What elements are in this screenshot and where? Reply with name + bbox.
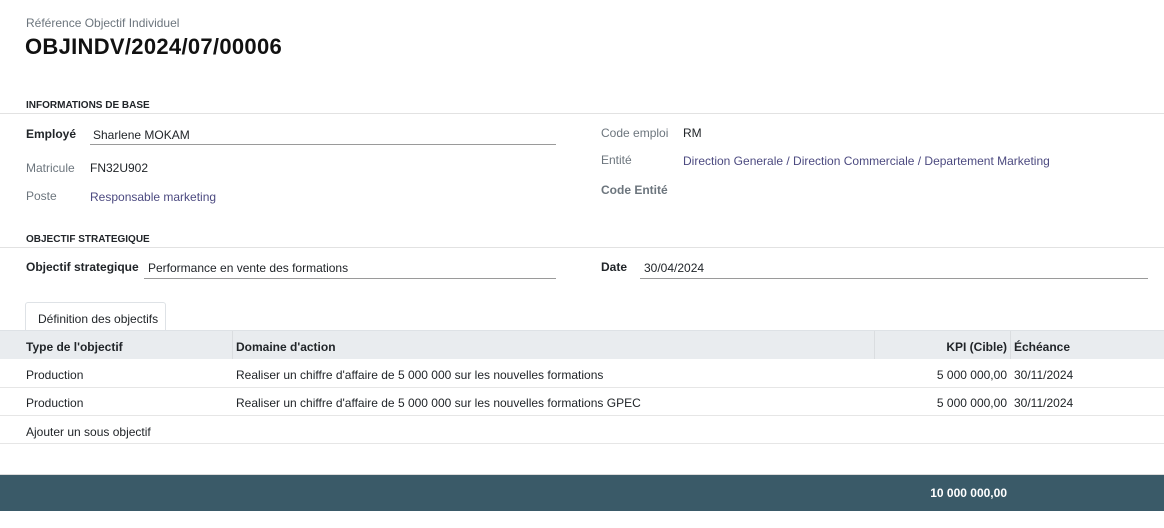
entite-link[interactable]: Direction Generale / Direction Commercia… [683, 154, 1050, 168]
column-separator[interactable] [874, 331, 875, 359]
employe-field[interactable]: Sharlene MOKAM [93, 128, 190, 142]
section-title-base-info: INFORMATIONS DE BASE [26, 100, 150, 111]
objectif-strategique-label: Objectif strategique [26, 260, 139, 274]
objectif-strategique-field[interactable]: Performance en vente des formations [148, 261, 348, 275]
section-divider [0, 113, 1164, 114]
table-footer-totals: 10 000 000,00 [0, 475, 1164, 511]
column-header-echeance[interactable]: Échéance [1014, 340, 1070, 354]
add-line-row: Ajouter un sous objectif [0, 416, 1164, 444]
reference-label: Référence Objectif Individuel [26, 16, 180, 30]
section-title-strategic: OBJECTIF STRATEGIQUE [26, 234, 150, 245]
poste-label: Poste [26, 189, 57, 203]
table-row[interactable]: Production Realiser un chiffre d'affaire… [0, 388, 1164, 416]
add-sub-objective-link[interactable]: Ajouter un sous objectif [26, 425, 151, 439]
employe-field-underline [90, 144, 556, 145]
poste-link[interactable]: Responsable marketing [90, 190, 216, 204]
column-header-type[interactable]: Type de l'objectif [26, 340, 123, 354]
column-header-domaine[interactable]: Domaine d'action [236, 340, 336, 354]
column-separator[interactable] [1010, 331, 1011, 359]
date-label: Date [601, 260, 628, 274]
cell-kpi: 5 000 000,00 [936, 368, 1007, 382]
table-row[interactable]: Production Realiser un chiffre d'affaire… [0, 360, 1164, 388]
empty-row [0, 444, 1164, 474]
cell-echeance: 30/11/2024 [1014, 396, 1074, 410]
date-field[interactable]: 30/04/2024 [644, 261, 704, 275]
table-header: Type de l'objectif Domaine d'action KPI … [0, 331, 1164, 359]
code-emploi-label: Code emploi [601, 126, 669, 140]
column-header-kpi[interactable]: KPI (Cible) [946, 340, 1007, 354]
matricule-value: FN32U902 [90, 161, 149, 175]
cell-echeance: 30/11/2024 [1014, 368, 1074, 382]
cell-kpi: 5 000 000,00 [936, 396, 1007, 410]
code-entite-label: Code Entité [601, 183, 668, 197]
cell-domaine: Realiser un chiffre d'affaire de 5 000 0… [236, 396, 641, 410]
section-divider [0, 247, 1164, 248]
cell-domaine: Realiser un chiffre d'affaire de 5 000 0… [236, 368, 604, 382]
matricule-label: Matricule [26, 161, 75, 175]
reference-title: OBJINDV/2024/07/00006 [25, 34, 283, 59]
cell-type: Production [26, 368, 84, 382]
tab-definition-objectifs[interactable]: Définition des objectifs [25, 302, 166, 330]
date-field-underline [640, 278, 1148, 279]
total-kpi: 10 000 000,00 [930, 486, 1007, 500]
code-emploi-value: RM [683, 126, 702, 140]
employe-label: Employé [26, 127, 77, 141]
column-separator[interactable] [232, 331, 233, 359]
entite-label: Entité [601, 153, 632, 167]
objectif-field-underline [144, 278, 556, 279]
cell-type: Production [26, 396, 84, 410]
